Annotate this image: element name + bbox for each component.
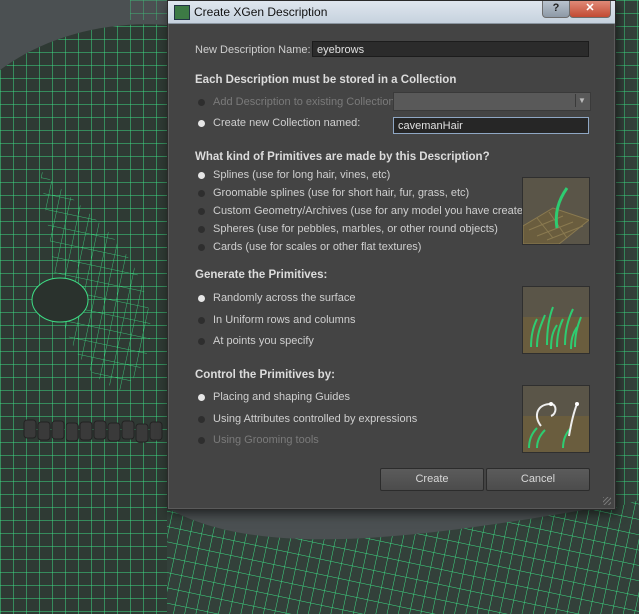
primitive-option-label: Groomable splines (use for short hair, f… xyxy=(213,187,470,199)
window-title: Create XGen Description xyxy=(194,5,328,19)
generate-header: Generate the Primitives: xyxy=(195,269,328,281)
primitive-option-label: Cards (use for scales or other flat text… xyxy=(213,241,422,253)
title-bar[interactable]: Create XGen Description ? ✕ xyxy=(168,1,615,24)
primitives-header: What kind of Primitives are made by this… xyxy=(195,151,490,163)
description-name-input[interactable]: eyebrows xyxy=(312,41,589,57)
create-button[interactable]: Create xyxy=(380,468,484,491)
random-placement-preview-icon xyxy=(522,286,590,354)
control-header: Control the Primitives by: xyxy=(195,369,335,381)
add-to-existing-collection-label: Add Description to existing Collection: xyxy=(213,96,398,108)
create-xgen-description-dialog: Create XGen Description ? ✕ New Descript… xyxy=(167,0,616,510)
primitive-option-label: Spheres (use for pebbles, marbles, or ot… xyxy=(213,223,498,235)
primitive-option-label: Splines (use for long hair, vines, etc) xyxy=(213,169,391,181)
generate-option-label: At points you specify xyxy=(213,335,314,347)
description-name-label: New Description Name: xyxy=(195,44,311,56)
existing-collection-dropdown[interactable]: ▼ xyxy=(393,92,591,111)
control-option-label: Using Attributes controlled by expressio… xyxy=(213,413,418,425)
close-button[interactable]: ✕ xyxy=(569,1,611,18)
create-new-collection-label: Create new Collection named: xyxy=(213,117,361,129)
primitive-option-label: Custom Geometry/Archives (use for any mo… xyxy=(213,205,533,217)
collection-header: Each Description must be stored in a Col… xyxy=(195,74,457,86)
new-collection-name-input[interactable]: cavemanHair xyxy=(393,117,589,134)
cancel-button[interactable]: Cancel xyxy=(486,468,590,491)
resize-grip[interactable] xyxy=(603,497,611,505)
generate-option-label: Randomly across the surface xyxy=(213,292,356,304)
control-option-label: Using Grooming tools xyxy=(213,434,319,446)
control-option-label: Placing and shaping Guides xyxy=(213,391,350,403)
chevron-down-icon: ▼ xyxy=(575,94,588,107)
generate-option-label: In Uniform rows and columns xyxy=(213,314,356,326)
help-button[interactable]: ? xyxy=(542,1,570,18)
guides-preview-icon xyxy=(522,385,590,453)
splines-preview-icon xyxy=(522,177,590,245)
app-icon xyxy=(174,5,190,20)
